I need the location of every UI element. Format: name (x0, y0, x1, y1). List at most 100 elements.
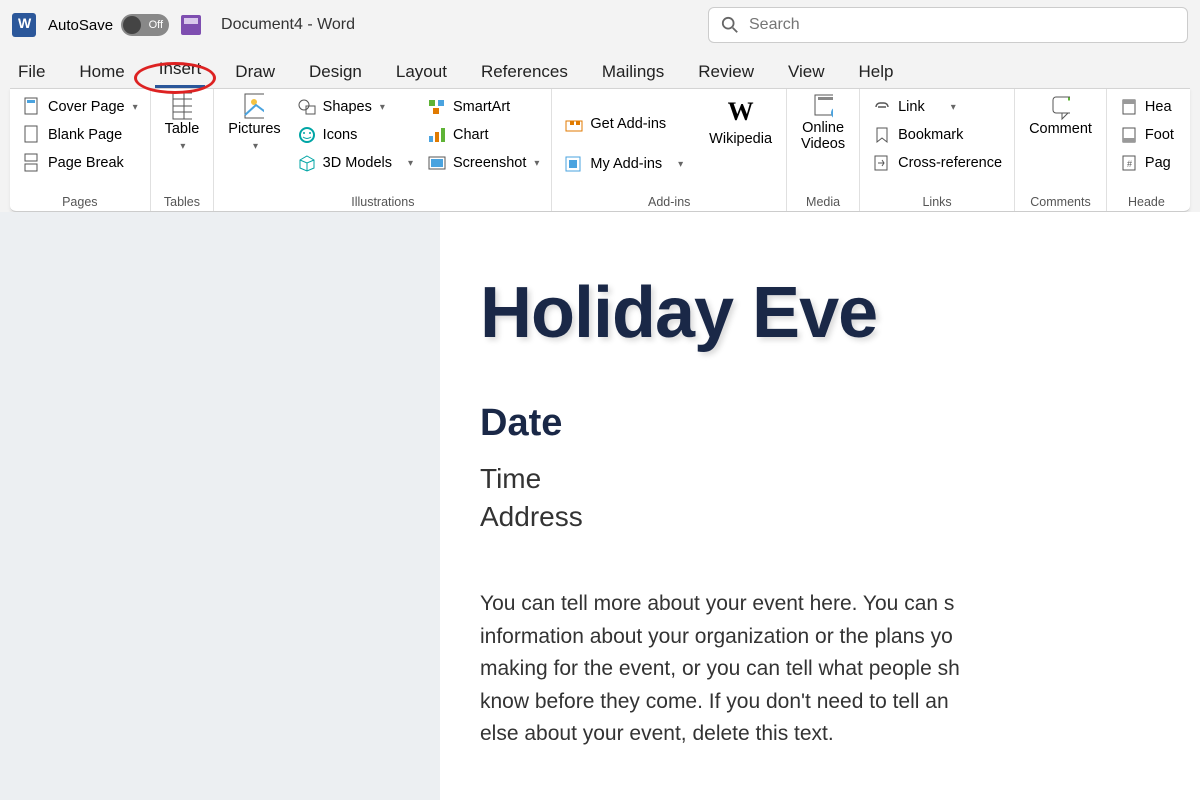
ribbon: Cover Page▾ Blank Page Page Break Pages … (10, 88, 1190, 212)
page-gutter (0, 212, 440, 800)
smartart-button[interactable]: SmartArt (423, 95, 543, 119)
page-break-button[interactable]: Page Break (18, 151, 142, 175)
tab-design[interactable]: Design (305, 56, 366, 88)
group-links: Link ▾ Bookmark Cross-reference Links (860, 89, 1015, 211)
group-comments: Comment Comments (1015, 89, 1107, 211)
doc-body[interactable]: You can tell more about your event here.… (480, 588, 1200, 751)
shapes-button[interactable]: Shapes▾ (293, 95, 417, 119)
pictures-button[interactable]: Pictures ▾ (222, 95, 286, 193)
online-videos-button[interactable]: OnlineVideos (795, 95, 851, 193)
table-icon (172, 97, 192, 117)
link-icon (872, 97, 892, 117)
table-button[interactable]: Table ▾ (159, 95, 206, 193)
page-break-icon (22, 153, 42, 173)
document-title: Document4 - Word (221, 16, 355, 34)
cube-icon (297, 153, 317, 173)
cover-page-label: Cover Page (48, 99, 125, 115)
tab-draw[interactable]: Draw (231, 56, 279, 88)
footer-button[interactable]: Foot (1115, 123, 1178, 147)
chevron-down-icon: ▾ (951, 102, 956, 113)
doc-time[interactable]: Time (480, 463, 1200, 495)
search-icon (721, 16, 739, 34)
document-area: Holiday Eve Date Time Address You can te… (0, 212, 1200, 800)
cross-reference-button[interactable]: Cross-reference (868, 151, 1006, 175)
group-pages-label: Pages (18, 193, 142, 209)
smartart-label: SmartArt (453, 99, 510, 115)
group-addins: Get Add-ins My Add-ins ▾ W Wikipedia Add… (552, 89, 787, 211)
toggle-state: Off (149, 19, 163, 31)
tab-help[interactable]: Help (855, 56, 898, 88)
group-headerfooter: Hea Foot # Pag Heade (1107, 89, 1186, 211)
chevron-down-icon: ▾ (253, 141, 258, 152)
my-addins-label: My Add-ins (590, 156, 662, 172)
pictures-label: Pictures (228, 121, 280, 137)
blank-page-button[interactable]: Blank Page (18, 123, 142, 147)
group-tables: Table ▾ Tables (151, 89, 215, 211)
comment-icon (1050, 97, 1070, 117)
group-illustrations-label: Illustrations (222, 193, 543, 209)
group-headerfooter-label: Heade (1115, 193, 1178, 209)
group-media: OnlineVideos Media (787, 89, 860, 211)
bookmark-button[interactable]: Bookmark (868, 123, 1006, 147)
doc-date[interactable]: Date (480, 402, 1200, 445)
document-page[interactable]: Holiday Eve Date Time Address You can te… (440, 212, 1200, 800)
bookmark-label: Bookmark (898, 127, 963, 143)
page-number-label: Pag (1145, 155, 1171, 171)
doc-heading[interactable]: Holiday Eve (480, 272, 1200, 354)
link-button[interactable]: Link ▾ (868, 95, 1006, 119)
wikipedia-label: Wikipedia (709, 131, 772, 147)
comment-button[interactable]: Comment (1023, 95, 1098, 193)
tab-mailings[interactable]: Mailings (598, 56, 668, 88)
chart-label: Chart (453, 127, 488, 143)
table-label: Table (165, 121, 200, 137)
search-box[interactable] (708, 7, 1188, 43)
screenshot-icon (427, 153, 447, 173)
icons-button[interactable]: Icons (293, 123, 417, 147)
tab-references[interactable]: References (477, 56, 572, 88)
my-addins-icon (564, 154, 584, 174)
chevron-down-icon: ▾ (678, 159, 683, 170)
3d-models-button[interactable]: 3D Models ▾ (293, 151, 417, 175)
wikipedia-button[interactable]: W Wikipedia (703, 95, 778, 193)
chevron-down-icon: ▾ (133, 102, 138, 113)
link-label: Link (898, 99, 925, 115)
page-break-label: Page Break (48, 155, 124, 171)
tab-home[interactable]: Home (75, 56, 128, 88)
page-number-button[interactable]: # Pag (1115, 151, 1178, 175)
chart-button[interactable]: Chart (423, 123, 543, 147)
get-addins-button[interactable]: Get Add-ins (560, 112, 687, 136)
store-icon (564, 114, 584, 134)
chevron-down-icon: ▾ (408, 158, 413, 169)
chevron-down-icon: ▾ (180, 141, 185, 152)
video-icon (813, 97, 833, 117)
cross-reference-label: Cross-reference (898, 155, 1002, 171)
tab-file[interactable]: File (14, 56, 49, 88)
header-button[interactable]: Hea (1115, 95, 1178, 119)
crossref-icon (872, 153, 892, 173)
autosave-label: AutoSave (48, 17, 113, 34)
tab-review[interactable]: Review (694, 56, 758, 88)
autosave-control[interactable]: AutoSave Off (48, 14, 169, 36)
wikipedia-icon: W (728, 97, 754, 127)
header-icon (1119, 97, 1139, 117)
blank-page-label: Blank Page (48, 127, 122, 143)
shapes-label: Shapes (323, 99, 372, 115)
tab-layout[interactable]: Layout (392, 56, 451, 88)
screenshot-button[interactable]: Screenshot▾ (423, 151, 543, 175)
word-app-icon (12, 13, 36, 37)
tab-insert[interactable]: Insert (155, 53, 206, 88)
toggle-knob (123, 16, 141, 34)
doc-address[interactable]: Address (480, 501, 1200, 533)
cover-page-button[interactable]: Cover Page ▾ (18, 95, 142, 119)
tab-view[interactable]: View (784, 56, 829, 88)
blank-page-icon (22, 125, 42, 145)
search-input[interactable] (749, 16, 1175, 34)
save-icon[interactable] (181, 15, 201, 35)
my-addins-button[interactable]: My Add-ins ▾ (560, 152, 687, 176)
comment-label: Comment (1029, 121, 1092, 137)
autosave-toggle[interactable]: Off (121, 14, 169, 36)
group-media-label: Media (795, 193, 851, 209)
title-bar: AutoSave Off Document4 - Word (0, 0, 1200, 50)
group-comments-label: Comments (1023, 193, 1098, 209)
group-pages: Cover Page ▾ Blank Page Page Break Pages (10, 89, 151, 211)
